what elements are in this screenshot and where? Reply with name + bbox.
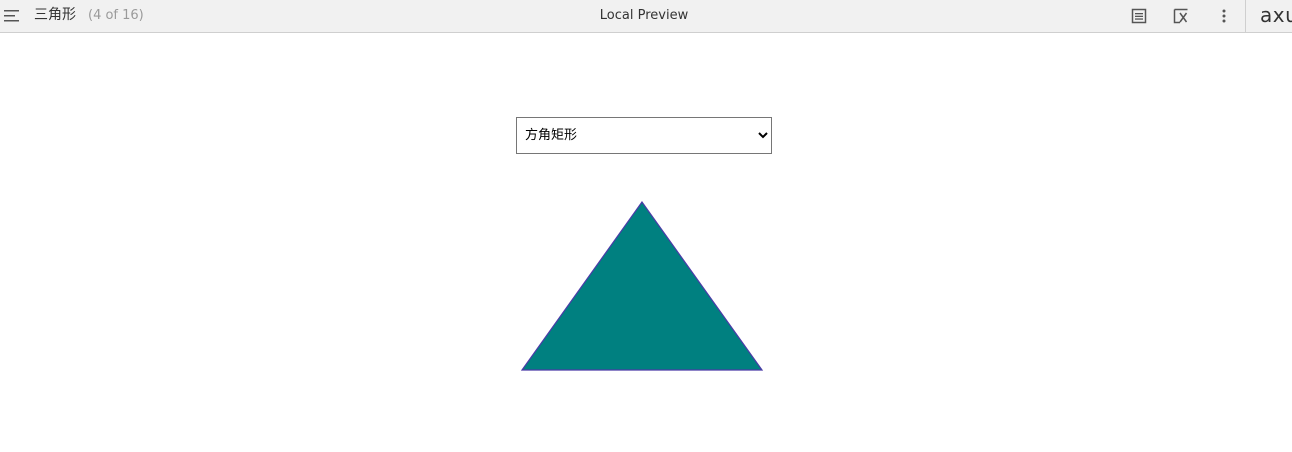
brand-logo: axu <box>1260 3 1292 27</box>
variables-button[interactable] <box>1170 5 1192 27</box>
more-options-button[interactable] <box>1213 5 1235 27</box>
triangle-shape <box>520 200 764 371</box>
preview-title: Local Preview <box>599 8 689 23</box>
shape-select[interactable]: 方角矩形 <box>516 117 772 154</box>
notes-button[interactable] <box>1128 5 1150 27</box>
document-icon <box>1131 8 1147 24</box>
function-x-icon <box>1173 8 1188 24</box>
toolbar-divider <box>1245 0 1246 33</box>
top-toolbar: 三角形 (4 of 16) Local Preview axu <box>0 0 1292 33</box>
triangle-polygon <box>520 200 764 371</box>
vertical-ellipsis-icon <box>1222 9 1226 23</box>
